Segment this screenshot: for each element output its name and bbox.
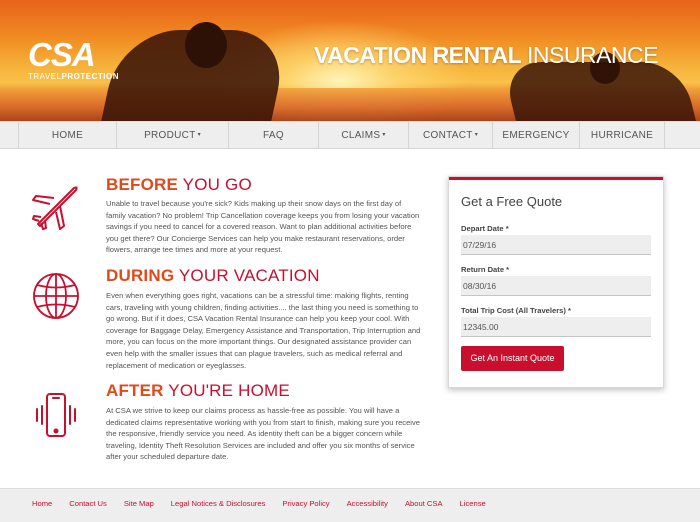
nav-product[interactable]: PRODUCT ▾ [116,122,228,149]
footer-link-accessibility[interactable]: Accessibility [347,499,388,508]
logo-main: CSA [28,36,96,73]
hero-banner: CSA TRAVELPROTECTION VACATION RENTAL INS… [0,0,700,121]
section-before-title-rest: YOU GO [178,175,252,194]
section-before-title-bold: BEFORE [106,175,179,194]
nav-contact-label: CONTACT [422,130,473,142]
chevron-down-icon: ▾ [474,132,478,138]
nav-home-label: HOME [51,130,84,141]
logo-sub: TRAVELPROTECTION [28,72,119,81]
chevron-down-icon: ▾ [197,132,201,138]
trip-cost-field[interactable]: 12345.00 [461,317,651,337]
nav-hurricane-label: HURRICANE [590,130,654,141]
section-during-title: DURING YOUR VACATION [106,266,320,286]
return-date-label: Return Date * [461,265,510,274]
footer-link-sitemap[interactable]: Site Map [124,499,154,508]
section-after-title-rest: YOU'RE HOME [163,381,290,400]
nav-faq-label: FAQ [263,130,284,141]
nav-contact[interactable]: CONTACT ▾ [408,122,492,149]
footer-link-legal[interactable]: Legal Notices & Disclosures [171,499,266,508]
hero-person-left-head [185,22,227,68]
section-after-body: At CSA we strive to keep our claims proc… [106,406,421,462]
section-before-title: BEFORE YOU GO [106,175,252,195]
quote-accent-bar [449,177,663,180]
globe-icon [33,273,79,319]
nav-home[interactable]: HOME [18,122,116,149]
return-date-field[interactable]: 08/30/16 [461,276,651,296]
hero-title-light: INSURANCE [521,42,658,68]
section-after-title: AFTER YOU'RE HOME [106,381,290,401]
nav-claims[interactable]: CLAIMS ▾ [318,122,408,149]
depart-date-label: Depart Date * [461,224,509,233]
footer-link-contact[interactable]: Contact Us [69,499,107,508]
section-during-body: Even when everything goes right, vacatio… [106,291,421,370]
trip-cost-label: Total Trip Cost (All Travelers) * [461,306,571,315]
nav-product-label: PRODUCT [144,130,196,142]
nav-claims-label: CLAIMS [341,130,381,142]
nav-faq[interactable]: FAQ [228,122,318,149]
footer: Home Contact Us Site Map Legal Notices &… [0,488,700,522]
section-during-title-bold: DURING [106,266,175,285]
depart-date-field[interactable]: 07/29/16 [461,235,651,255]
nav-emergency[interactable]: EMERGENCY [492,122,579,149]
hero-title-bold: VACATION RENTAL [313,42,522,68]
quote-title: Get a Free Quote [461,194,563,209]
section-after-title-bold: AFTER [106,381,164,400]
csa-logo[interactable]: CSA TRAVELPROTECTION [28,38,119,81]
footer-link-home[interactable]: Home [32,499,52,508]
footer-link-about[interactable]: About CSA [405,499,443,508]
nav-hurricane[interactable]: HURRICANE [579,122,665,149]
quote-panel: Get a Free Quote Depart Date * 07/29/16 … [448,176,664,388]
logo-sub-a: TRAVEL [28,72,62,81]
airplane-icon [32,186,78,230]
hero-title: VACATION RENTAL INSURANCE [313,42,659,69]
section-during-title-rest: YOUR VACATION [174,266,320,285]
instant-quote-button[interactable]: Get An Instant Quote [461,346,564,371]
phone-icon [36,393,76,437]
footer-link-privacy[interactable]: Privacy Policy [282,499,329,508]
footer-link-license[interactable]: License [460,499,486,508]
logo-sub-b: PROTECTION [61,72,119,81]
section-before-body: Unable to travel because you're sick? Ki… [106,199,420,255]
nav-emergency-label: EMERGENCY [502,130,570,141]
chevron-down-icon: ▾ [382,132,386,138]
main-nav: HOME PRODUCT ▾ FAQ CLAIMS ▾ CONTACT ▾ EMERG… [0,121,700,149]
